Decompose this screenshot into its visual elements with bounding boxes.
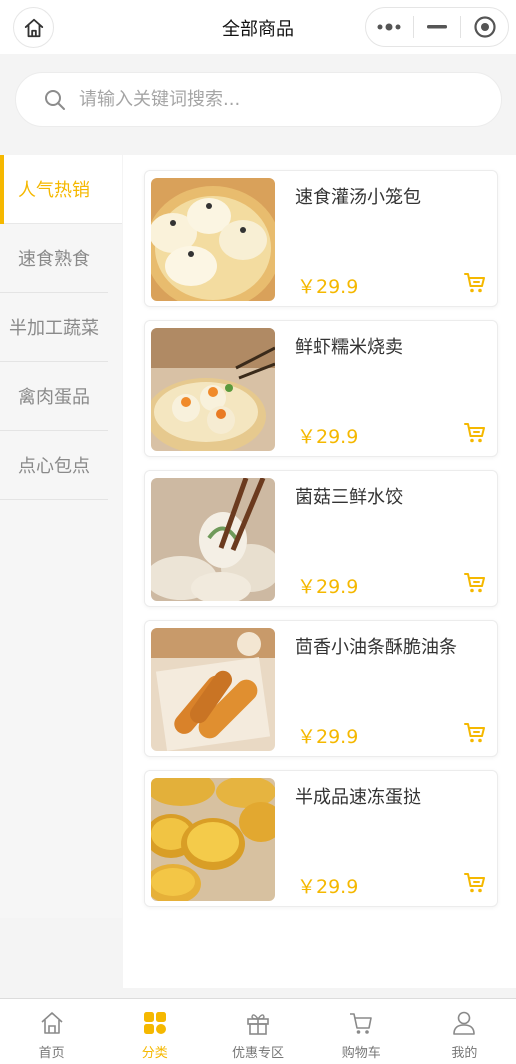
- tab-label: 购物车: [341, 1046, 381, 1061]
- product-name: 半成品速冻蛋挞: [295, 787, 421, 808]
- product-name: 菌菇三鲜水饺: [295, 487, 403, 508]
- gift-icon: [247, 1014, 269, 1035]
- product-image-egg-tart[interactable]: [151, 778, 275, 901]
- add-to-cart-icon[interactable]: [463, 271, 487, 295]
- target-close-icon: [474, 16, 496, 38]
- product-price: ￥29.9: [297, 276, 359, 298]
- product-list: 速食灌汤小笼包 ￥29.9 鲜虾糯米烧卖 ￥29.9 菌菇三鲜水饺 ￥29.9 …: [123, 155, 516, 988]
- product-price: ￥29.9: [297, 576, 359, 598]
- tab-label: 分类: [141, 1046, 168, 1061]
- tab-label: 优惠专区: [232, 1046, 285, 1061]
- tab-cart[interactable]: 购物车: [310, 999, 413, 1064]
- bottom-tab-bar: 首页 分类 优惠专区 购物车 我的: [0, 998, 516, 1064]
- category-label: 人气热销: [18, 180, 90, 201]
- minus-icon: [427, 25, 447, 29]
- product-card[interactable]: 速食灌汤小笼包 ￥29.9: [144, 170, 498, 307]
- product-card[interactable]: 鲜虾糯米烧卖 ￥29.9: [144, 320, 498, 457]
- category-item-popular[interactable]: 人气热销: [0, 155, 122, 224]
- add-to-cart-icon[interactable]: [463, 421, 487, 445]
- product-name: 鲜虾糯米烧卖: [295, 337, 403, 358]
- category-item-poultry-eggs[interactable]: 禽肉蛋品: [0, 362, 108, 431]
- category-item-instant-food[interactable]: 速食熟食: [0, 224, 108, 293]
- tab-label: 我的: [451, 1046, 478, 1061]
- category-item-semi-processed-vegetables[interactable]: 半加工蔬菜: [0, 293, 108, 362]
- product-card[interactable]: 茴香小油条酥脆油条 ￥29.9: [144, 620, 498, 757]
- minimize-button[interactable]: [414, 8, 461, 46]
- product-price: ￥29.9: [297, 726, 359, 748]
- navigation-bar: 全部商品: [0, 0, 516, 54]
- product-price: ￥29.9: [297, 426, 359, 448]
- close-button[interactable]: [461, 8, 508, 46]
- search-input[interactable]: [79, 89, 459, 110]
- product-image-xiaolongbao[interactable]: [151, 178, 275, 301]
- add-to-cart-icon[interactable]: [463, 721, 487, 745]
- tab-label: 首页: [38, 1046, 65, 1061]
- tab-category[interactable]: 分类: [103, 999, 206, 1064]
- mini-program-capsule: [365, 7, 509, 47]
- tab-profile[interactable]: 我的: [413, 999, 516, 1064]
- home-icon: [41, 1012, 63, 1034]
- add-to-cart-icon[interactable]: [463, 871, 487, 895]
- search-bar[interactable]: [15, 72, 502, 127]
- category-label: 半加工蔬菜: [9, 318, 99, 339]
- search-icon: [45, 89, 65, 110]
- product-image-dumpling[interactable]: [151, 478, 275, 601]
- product-price: ￥29.9: [297, 876, 359, 898]
- product-name: 茴香小油条酥脆油条: [295, 637, 457, 658]
- cart-icon: [350, 1013, 373, 1034]
- add-to-cart-icon[interactable]: [463, 571, 487, 595]
- category-label: 点心包点: [18, 456, 90, 477]
- tab-home[interactable]: 首页: [0, 999, 103, 1064]
- category-sidebar: 人气热销 速食熟食 半加工蔬菜 禽肉蛋品 点心包点: [0, 155, 122, 918]
- product-card[interactable]: 半成品速冻蛋挞 ￥29.9: [144, 770, 498, 907]
- product-image-shaomai[interactable]: [151, 328, 275, 451]
- category-grid-icon: [143, 1012, 166, 1034]
- product-name: 速食灌汤小笼包: [295, 187, 421, 208]
- more-dots-icon: [377, 23, 401, 31]
- product-image-youtiao[interactable]: [151, 628, 275, 751]
- category-label: 禽肉蛋品: [18, 387, 90, 408]
- more-button[interactable]: [366, 8, 413, 46]
- tab-promotions[interactable]: 优惠专区: [206, 999, 309, 1064]
- user-icon: [453, 1011, 476, 1035]
- product-card[interactable]: 菌菇三鲜水饺 ￥29.9: [144, 470, 498, 607]
- category-label: 速食熟食: [18, 249, 90, 270]
- category-item-dim-sum[interactable]: 点心包点: [0, 431, 108, 500]
